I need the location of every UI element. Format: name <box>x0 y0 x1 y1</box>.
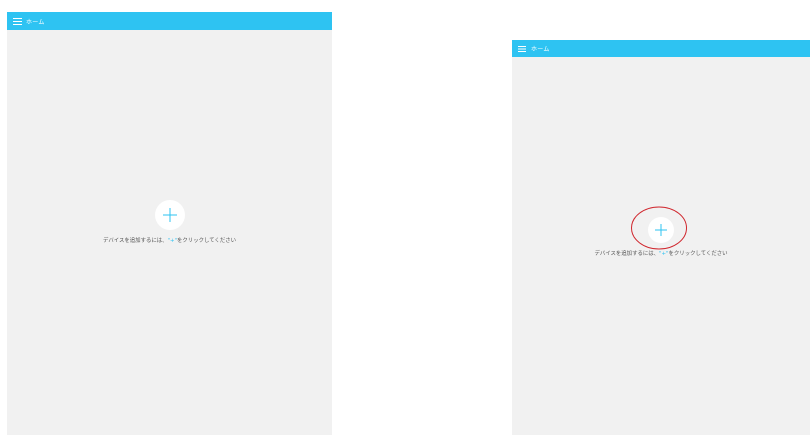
empty-state: デバイスを追加するには、"+"をクリックしてください <box>7 200 332 244</box>
app-screen-left: ホーム デバイスを追加するには、"+"をクリックしてください <box>7 12 332 435</box>
page-title: ホーム <box>531 46 550 53</box>
empty-state-hint: デバイスを追加するには、"+"をクリックしてください <box>103 236 236 244</box>
empty-state: デバイスを追加するには、"+"をクリックしてください <box>512 206 810 257</box>
add-device-button[interactable] <box>154 200 185 230</box>
hint-text-before: デバイスを追加するには、 <box>103 238 168 244</box>
app-bar: ホーム <box>512 40 810 57</box>
hint-text-before: デバイスを追加するには、 <box>594 251 660 257</box>
plus-icon <box>162 208 177 222</box>
hamburger-icon <box>518 45 526 52</box>
empty-state-hint: デバイスを追加するには、"+"をクリックしてください <box>595 249 728 257</box>
add-device-button[interactable] <box>631 206 687 250</box>
hint-text-after: をクリックしてください <box>668 251 728 257</box>
hint-plus-symbol: "+" <box>659 251 669 257</box>
menu-button[interactable] <box>12 16 22 26</box>
plus-icon <box>655 224 667 236</box>
hamburger-icon <box>12 17 22 25</box>
page-title: ホーム <box>26 18 45 26</box>
app-bar: ホーム <box>7 12 332 30</box>
hint-text-after: をクリックしてください <box>177 238 236 244</box>
menu-button[interactable] <box>517 44 527 54</box>
app-screen-right: ホーム デバイスを追加するには、"+"をクリックしてください <box>512 40 810 435</box>
hint-plus-symbol: "+" <box>167 238 178 244</box>
